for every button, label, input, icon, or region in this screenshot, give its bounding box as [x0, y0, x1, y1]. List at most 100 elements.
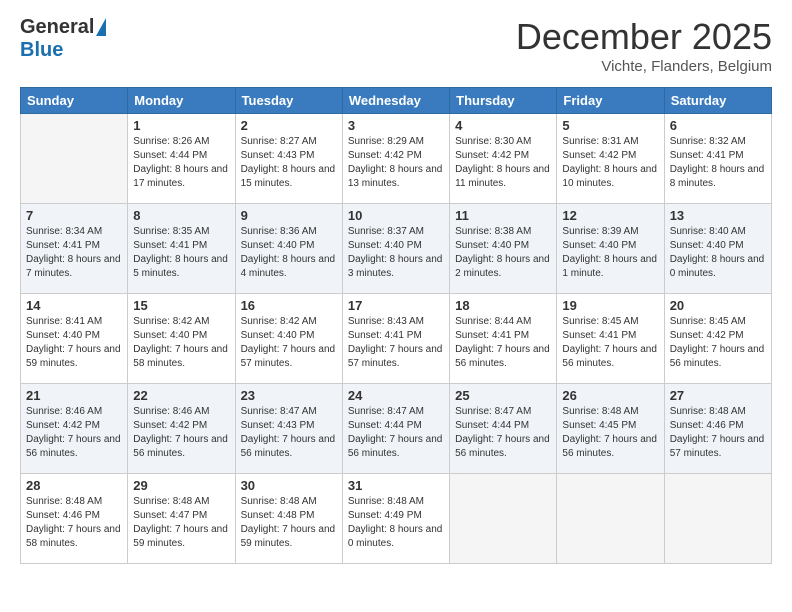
day-info: Sunrise: 8:35 AMSunset: 4:41 PMDaylight:… — [133, 225, 229, 281]
table-row: 28 Sunrise: 8:48 AMSunset: 4:46 PMDayligh… — [21, 474, 128, 564]
table-row: 3 Sunrise: 8:29 AMSunset: 4:42 PMDaylight… — [342, 114, 449, 204]
table-row: 29 Sunrise: 8:48 AMSunset: 4:47 PMDayligh… — [128, 474, 235, 564]
table-row: 25 Sunrise: 8:47 AMSunset: 4:44 PMDayligh… — [450, 384, 557, 474]
table-row: 16 Sunrise: 8:42 AMSunset: 4:40 PMDayligh… — [235, 294, 342, 384]
table-row: 26 Sunrise: 8:48 AMSunset: 4:45 PMDayligh… — [557, 384, 664, 474]
calendar-header-row: Sunday Monday Tuesday Wednesday Thursday… — [21, 88, 772, 114]
month-title: December 2025 — [516, 16, 772, 58]
day-info: Sunrise: 8:45 AMSunset: 4:42 PMDaylight:… — [670, 315, 766, 371]
day-info: Sunrise: 8:48 AMSunset: 4:46 PMDaylight:… — [670, 405, 766, 461]
day-number: 17 — [348, 298, 444, 313]
day-number: 16 — [241, 298, 337, 313]
table-row: 20Sunrise: 8:45 AMSunset: 4:42 PMDayligh… — [664, 294, 771, 384]
day-number: 7 — [26, 208, 122, 223]
day-info: Sunrise: 8:32 AMSunset: 4:41 PMDaylight:… — [670, 135, 766, 191]
day-info: Sunrise: 8:34 AMSunset: 4:41 PMDaylight:… — [26, 225, 122, 281]
table-row — [450, 474, 557, 564]
day-number: 9 — [241, 208, 337, 223]
calendar-week-row: 1 Sunrise: 8:26 AMSunset: 4:44 PMDaylight… — [21, 114, 772, 204]
table-row: 6 Sunrise: 8:32 AMSunset: 4:41 PMDaylight… — [664, 114, 771, 204]
day-info: Sunrise: 8:46 AMSunset: 4:42 PMDaylight:… — [26, 405, 122, 461]
day-info: Sunrise: 8:27 AMSunset: 4:43 PMDaylight:… — [241, 135, 337, 191]
day-info: Sunrise: 8:48 AMSunset: 4:49 PMDaylight:… — [348, 495, 444, 551]
day-number: 30 — [241, 478, 337, 493]
day-info: Sunrise: 8:47 AMSunset: 4:44 PMDaylight:… — [455, 405, 551, 461]
table-row: 31 Sunrise: 8:48 AMSunset: 4:49 PMDayligh… — [342, 474, 449, 564]
calendar-week-row: 14Sunrise: 8:41 AMSunset: 4:40 PMDayligh… — [21, 294, 772, 384]
day-info: Sunrise: 8:30 AMSunset: 4:42 PMDaylight:… — [455, 135, 551, 191]
day-number: 10 — [348, 208, 444, 223]
day-info: Sunrise: 8:48 AMSunset: 4:45 PMDaylight:… — [562, 405, 658, 461]
table-row: 5 Sunrise: 8:31 AMSunset: 4:42 PMDaylight… — [557, 114, 664, 204]
day-number: 28 — [26, 478, 122, 493]
day-info: Sunrise: 8:48 AMSunset: 4:47 PMDaylight:… — [133, 495, 229, 551]
day-info: Sunrise: 8:26 AMSunset: 4:44 PMDaylight:… — [133, 135, 229, 191]
table-row — [21, 114, 128, 204]
table-row: 19 Sunrise: 8:45 AMSunset: 4:41 PMDayligh… — [557, 294, 664, 384]
col-monday: Monday — [128, 88, 235, 114]
day-number: 4 — [455, 118, 551, 133]
day-number: 24 — [348, 388, 444, 403]
col-friday: Friday — [557, 88, 664, 114]
calendar-week-row: 7 Sunrise: 8:34 AMSunset: 4:41 PMDaylight… — [21, 204, 772, 294]
day-info: Sunrise: 8:36 AMSunset: 4:40 PMDaylight:… — [241, 225, 337, 281]
logo-blue-text: Blue — [20, 39, 63, 62]
day-number: 31 — [348, 478, 444, 493]
table-row: 12 Sunrise: 8:39 AMSunset: 4:40 PMDayligh… — [557, 204, 664, 294]
day-info: Sunrise: 8:38 AMSunset: 4:40 PMDaylight:… — [455, 225, 551, 281]
day-info: Sunrise: 8:46 AMSunset: 4:42 PMDaylight:… — [133, 405, 229, 461]
day-info: Sunrise: 8:29 AMSunset: 4:42 PMDaylight:… — [348, 135, 444, 191]
day-number: 13 — [670, 208, 766, 223]
day-info: Sunrise: 8:40 AMSunset: 4:40 PMDaylight:… — [670, 225, 766, 281]
day-number: 26 — [562, 388, 658, 403]
logo-triangle-icon — [96, 18, 106, 36]
page: General Blue December 2025 Vichte, Fland… — [0, 0, 792, 612]
table-row: 1 Sunrise: 8:26 AMSunset: 4:44 PMDaylight… — [128, 114, 235, 204]
day-number: 27 — [670, 388, 766, 403]
calendar-table: Sunday Monday Tuesday Wednesday Thursday… — [20, 87, 772, 564]
day-number: 11 — [455, 208, 551, 223]
day-info: Sunrise: 8:45 AMSunset: 4:41 PMDaylight:… — [562, 315, 658, 371]
day-number: 12 — [562, 208, 658, 223]
table-row: 27 Sunrise: 8:48 AMSunset: 4:46 PMDayligh… — [664, 384, 771, 474]
table-row: 2 Sunrise: 8:27 AMSunset: 4:43 PMDaylight… — [235, 114, 342, 204]
col-thursday: Thursday — [450, 88, 557, 114]
day-info: Sunrise: 8:42 AMSunset: 4:40 PMDaylight:… — [241, 315, 337, 371]
table-row: 21 Sunrise: 8:46 AMSunset: 4:42 PMDayligh… — [21, 384, 128, 474]
day-number: 2 — [241, 118, 337, 133]
day-info: Sunrise: 8:43 AMSunset: 4:41 PMDaylight:… — [348, 315, 444, 371]
day-number: 1 — [133, 118, 229, 133]
day-number: 6 — [670, 118, 766, 133]
day-number: 3 — [348, 118, 444, 133]
day-number: 19 — [562, 298, 658, 313]
day-info: Sunrise: 8:31 AMSunset: 4:42 PMDaylight:… — [562, 135, 658, 191]
day-number: 5 — [562, 118, 658, 133]
col-sunday: Sunday — [21, 88, 128, 114]
table-row: 4 Sunrise: 8:30 AMSunset: 4:42 PMDaylight… — [450, 114, 557, 204]
col-tuesday: Tuesday — [235, 88, 342, 114]
col-wednesday: Wednesday — [342, 88, 449, 114]
day-number: 22 — [133, 388, 229, 403]
title-block: December 2025 Vichte, Flanders, Belgium — [516, 16, 772, 75]
day-info: Sunrise: 8:41 AMSunset: 4:40 PMDaylight:… — [26, 315, 122, 371]
table-row: 22 Sunrise: 8:46 AMSunset: 4:42 PMDayligh… — [128, 384, 235, 474]
day-info: Sunrise: 8:48 AMSunset: 4:46 PMDaylight:… — [26, 495, 122, 551]
col-saturday: Saturday — [664, 88, 771, 114]
day-number: 15 — [133, 298, 229, 313]
table-row — [664, 474, 771, 564]
day-number: 8 — [133, 208, 229, 223]
day-info: Sunrise: 8:44 AMSunset: 4:41 PMDaylight:… — [455, 315, 551, 371]
logo-general-text: General — [20, 16, 94, 39]
day-number: 21 — [26, 388, 122, 403]
day-number: 18 — [455, 298, 551, 313]
table-row: 13 Sunrise: 8:40 AMSunset: 4:40 PMDayligh… — [664, 204, 771, 294]
day-number: 29 — [133, 478, 229, 493]
table-row: 8 Sunrise: 8:35 AMSunset: 4:41 PMDaylight… — [128, 204, 235, 294]
table-row: 11 Sunrise: 8:38 AMSunset: 4:40 PMDayligh… — [450, 204, 557, 294]
day-info: Sunrise: 8:39 AMSunset: 4:40 PMDaylight:… — [562, 225, 658, 281]
calendar-week-row: 21 Sunrise: 8:46 AMSunset: 4:42 PMDayligh… — [21, 384, 772, 474]
day-number: 25 — [455, 388, 551, 403]
day-info: Sunrise: 8:42 AMSunset: 4:40 PMDaylight:… — [133, 315, 229, 371]
table-row: 7 Sunrise: 8:34 AMSunset: 4:41 PMDaylight… — [21, 204, 128, 294]
calendar-week-row: 28 Sunrise: 8:48 AMSunset: 4:46 PMDayligh… — [21, 474, 772, 564]
